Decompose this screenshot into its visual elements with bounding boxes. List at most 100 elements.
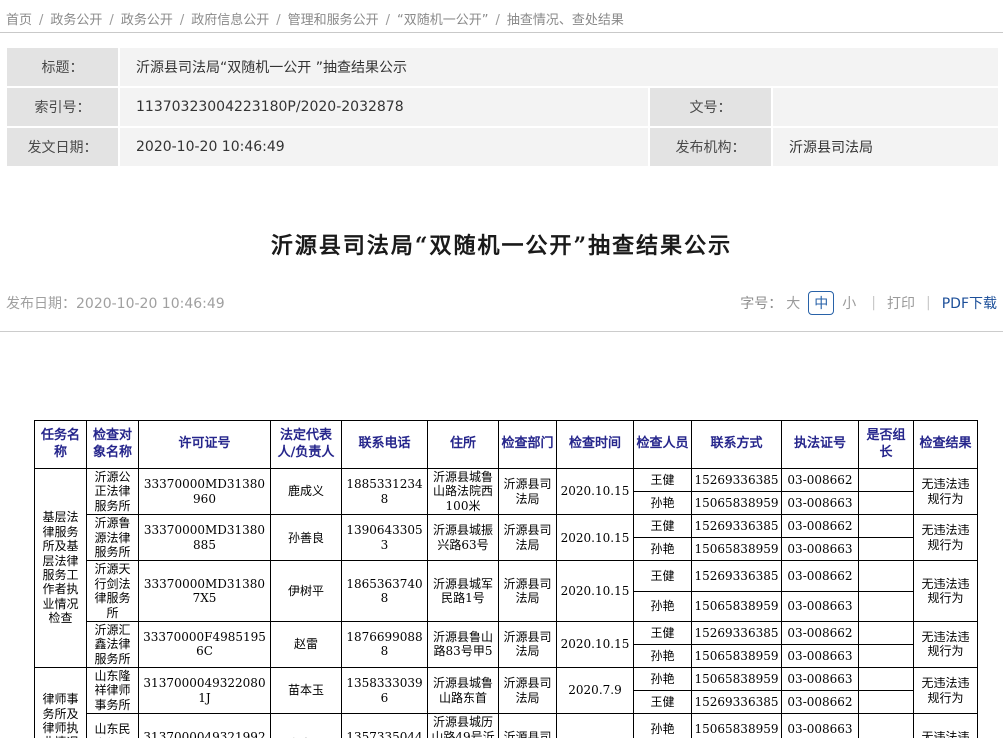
license-number: 31370000493219923R — [139, 714, 271, 738]
inspector-name: 王健 — [634, 561, 692, 591]
enforcement-cert-number: 03-008662 — [782, 561, 859, 591]
inspection-department: 沂源县司法局 — [499, 515, 557, 561]
enforcement-cert-number: 03-008663 — [782, 591, 859, 621]
legal-representative: 伊树平 — [271, 561, 342, 622]
is-team-leader — [859, 469, 914, 492]
inspection-result: 无违法违规行为 — [914, 714, 978, 738]
breadcrumb-separator: / — [180, 13, 184, 28]
breadcrumb-item[interactable]: 政府信息公开 — [191, 13, 269, 28]
inspector-contact: 15065838959 — [692, 714, 782, 738]
task-name: 基层法律服务所及基层法律服务工作者执业情况检查 — [35, 469, 87, 668]
column-header: 检查人员 — [634, 421, 692, 469]
inspector-contact: 15269336385 — [692, 561, 782, 591]
inspector-name: 孙艳 — [634, 538, 692, 561]
license-number: 33370000MD313807X5 — [139, 561, 271, 622]
contact-phone: 13573350446 — [342, 714, 428, 738]
address: 沂源县城鲁山路法院西100米 — [428, 469, 499, 515]
inspection-table: 任务名称检查对象名称许可证号法定代表人/负责人联系电话住所检查部门检查时间检查人… — [34, 420, 978, 738]
column-header: 任务名称 — [35, 421, 87, 469]
breadcrumb-separator: / — [109, 13, 113, 28]
font-size-medium-button[interactable]: 中 — [808, 291, 834, 315]
inspector-contact: 15269336385 — [692, 469, 782, 492]
is-team-leader — [859, 515, 914, 538]
task-name: 律师事务所及律师执业情况 — [35, 668, 87, 738]
meta-row-title: 标题： 沂源县司法局“双随机一公开 ”抽查结果公示 — [7, 48, 998, 86]
breadcrumb-item[interactable]: 政务公开 — [121, 13, 173, 28]
publish-date-value: 2020-10-20 10:46:49 — [76, 296, 225, 312]
breadcrumb-item[interactable]: “双随机一公开” — [397, 13, 488, 28]
inspection-result: 无违法违规行为 — [914, 668, 978, 714]
inspection-date: 2020.10.15 — [557, 469, 634, 515]
breadcrumb-item[interactable]: 管理和服务公开 — [288, 13, 379, 28]
inspector-name: 孙艳 — [634, 644, 692, 667]
inspector-name: 王健 — [634, 515, 692, 538]
is-team-leader — [859, 492, 914, 515]
address: 沂源县鲁山路83号甲5 — [428, 621, 499, 667]
breadcrumb-item[interactable]: 首页 — [6, 13, 32, 28]
legal-representative: 宋志民 — [271, 714, 342, 738]
breadcrumb-item: 抽查情况、查处结果 — [507, 13, 624, 28]
breadcrumb-item[interactable]: 政务公开 — [50, 13, 102, 28]
inspector-contact: 15065838959 — [692, 644, 782, 667]
inspector-name: 孙艳 — [634, 714, 692, 738]
contact-phone: 13906433053 — [342, 515, 428, 561]
object-name: 沂源鲁源法律服务所 — [87, 515, 139, 561]
enforcement-cert-number: 03-008662 — [782, 691, 859, 714]
enforcement-cert-number: 03-008663 — [782, 492, 859, 515]
is-team-leader — [859, 538, 914, 561]
table-row: 沂源汇鑫法律服务所33370000F49851956C赵雷18766990888… — [35, 621, 978, 644]
license-number: 31370000493220801J — [139, 668, 271, 714]
table-header-row: 任务名称检查对象名称许可证号法定代表人/负责人联系电话住所检查部门检查时间检查人… — [35, 421, 978, 469]
breadcrumb: 首页/政务公开/政务公开/政府信息公开/管理和服务公开/“双随机一公开”/抽查情… — [0, 0, 1003, 33]
column-header: 检查对象名称 — [87, 421, 139, 469]
meta-agency-label: 发布机构： — [650, 128, 771, 166]
inspector-contact: 15065838959 — [692, 591, 782, 621]
object-name: 山东隆祥律师事务所 — [87, 668, 139, 714]
legal-representative: 鹿成义 — [271, 469, 342, 515]
address: 沂源县城军民路1号 — [428, 561, 499, 622]
column-header: 检查部门 — [499, 421, 557, 469]
inspector-contact: 15269336385 — [692, 621, 782, 644]
object-name: 沂源公正法律服务所 — [87, 469, 139, 515]
meta-row-date: 发文日期： 2020-10-20 10:46:49 发布机构： 沂源县司法局 — [7, 128, 998, 166]
meta-docno-value — [773, 88, 998, 126]
column-header: 执法证号 — [782, 421, 859, 469]
font-size-small-button[interactable]: 小 — [842, 293, 856, 313]
publish-date-label: 发布日期： — [6, 296, 76, 312]
inspection-date: 2020.7.9 — [557, 714, 634, 738]
print-button[interactable]: 打印 — [887, 293, 915, 313]
pdf-download-link[interactable]: PDF下载 — [942, 293, 997, 313]
enforcement-cert-number: 03-008663 — [782, 668, 859, 691]
column-header: 检查结果 — [914, 421, 978, 469]
table-row: 沂源鲁源法律服务所33370000MD31380885孙善良1390643305… — [35, 515, 978, 538]
publish-date: 发布日期：2020-10-20 10:46:49 — [6, 293, 225, 313]
inspector-name: 孙艳 — [634, 668, 692, 691]
is-team-leader — [859, 691, 914, 714]
page-title: 沂源县司法局“双随机一公开”抽查结果公示 — [0, 228, 1003, 260]
inspection-department: 沂源县司法局 — [499, 714, 557, 738]
enforcement-cert-number: 03-008663 — [782, 538, 859, 561]
is-team-leader — [859, 714, 914, 738]
enforcement-cert-number: 03-008663 — [782, 644, 859, 667]
inspection-department: 沂源县司法局 — [499, 668, 557, 714]
toolbar-divider: | — [926, 295, 931, 311]
inspection-department: 沂源县司法局 — [499, 469, 557, 515]
enforcement-cert-number: 03-008662 — [782, 469, 859, 492]
column-header: 是否组长 — [859, 421, 914, 469]
inspection-department: 沂源县司法局 — [499, 561, 557, 622]
contact-phone: 13583330396 — [342, 668, 428, 714]
breadcrumb-separator: / — [496, 13, 500, 28]
font-size-large-button[interactable]: 大 — [786, 293, 800, 313]
legal-representative: 赵雷 — [271, 621, 342, 667]
column-header: 联系电话 — [342, 421, 428, 469]
inspector-contact: 15065838959 — [692, 668, 782, 691]
column-header: 检查时间 — [557, 421, 634, 469]
object-name: 山东民意律师事务所 — [87, 714, 139, 738]
font-size-label: 字号： — [740, 293, 782, 313]
meta-date-label: 发文日期： — [7, 128, 118, 166]
meta-title-value: 沂源县司法局“双随机一公开 ”抽查结果公示 — [120, 48, 998, 86]
enforcement-cert-number: 03-008662 — [782, 515, 859, 538]
column-header: 法定代表人/负责人 — [271, 421, 342, 469]
article-toolbar: 字号： 大 中 小 | 打印 | PDF下载 — [740, 291, 997, 315]
contact-phone: 18853312348 — [342, 469, 428, 515]
